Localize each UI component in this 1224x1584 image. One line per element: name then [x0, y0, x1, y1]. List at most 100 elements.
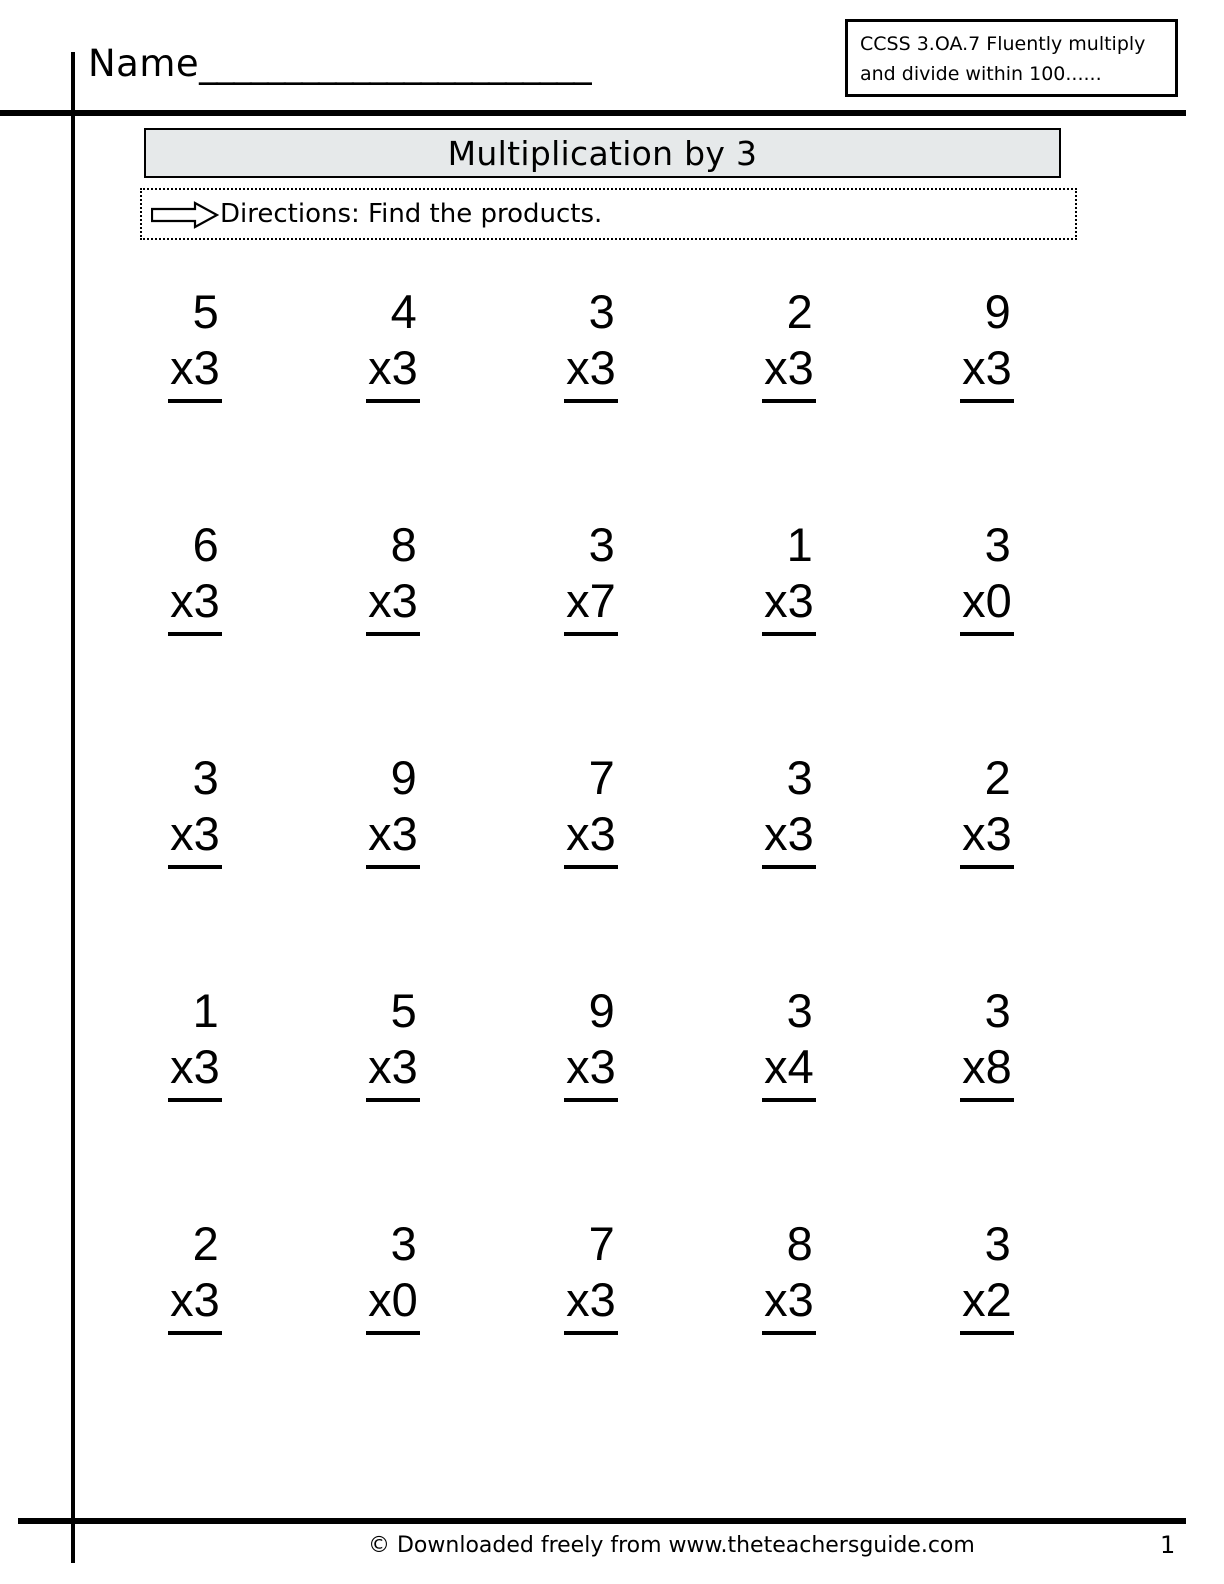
problem-cell[interactable]: 2 x3 [96, 1217, 294, 1450]
problem-cell[interactable]: 3 x0 [888, 518, 1086, 751]
problem-multiplicand: 7 [588, 751, 615, 804]
problem-stack: 3 x8 [960, 984, 1014, 1102]
problem-cell[interactable]: 8 x3 [690, 1217, 888, 1450]
problem-stack: 2 x3 [168, 1217, 222, 1335]
problem-stack: 9 x3 [564, 984, 618, 1102]
problem-multiplier: x3 [960, 805, 1014, 869]
problem-multiplicand: 5 [192, 285, 219, 338]
problem-multiplicand: 1 [192, 984, 219, 1037]
problem-cell[interactable]: 3 x3 [96, 751, 294, 984]
problem-multiplier: x3 [564, 1038, 618, 1102]
problem-cell[interactable]: 3 x7 [492, 518, 690, 751]
problem-stack: 8 x3 [366, 518, 420, 636]
problem-cell[interactable]: 6 x3 [96, 518, 294, 751]
problem-cell[interactable]: 8 x3 [294, 518, 492, 751]
directions-text: Directions: Find the products. [220, 199, 603, 229]
problem-cell[interactable]: 7 x3 [492, 751, 690, 984]
problem-cell[interactable]: 1 x3 [96, 984, 294, 1217]
name-blank-line[interactable]: _______________________ [199, 42, 592, 85]
problem-stack: 2 x3 [762, 285, 816, 403]
problem-stack: 3 x0 [960, 518, 1014, 636]
problem-multiplier: x3 [366, 339, 420, 403]
problem-cell[interactable]: 9 x3 [888, 285, 1086, 518]
directions-box: Directions: Find the products. [140, 188, 1077, 240]
problem-multiplier: x4 [762, 1038, 816, 1102]
problem-multiplicand: 8 [390, 518, 417, 571]
ccss-standard-box: CCSS 3.OA.7 Fluently multiply and divide… [845, 19, 1178, 97]
problem-multiplicand: 2 [984, 751, 1011, 804]
problem-row: 2 x3 3 x0 7 x3 8 x3 3 x2 [96, 1217, 1086, 1450]
problem-cell[interactable]: 3 x4 [690, 984, 888, 1217]
problem-stack: 5 x3 [366, 984, 420, 1102]
problem-multiplicand: 3 [984, 1217, 1011, 1270]
problem-multiplier: x3 [960, 339, 1014, 403]
problem-stack: 3 x3 [564, 285, 618, 403]
problem-row: 3 x3 9 x3 7 x3 3 x3 2 x3 [96, 751, 1086, 984]
problem-stack: 7 x3 [564, 1217, 618, 1335]
problem-cell[interactable]: 3 x8 [888, 984, 1086, 1217]
problem-multiplier: x3 [168, 1038, 222, 1102]
problem-cell[interactable]: 3 x2 [888, 1217, 1086, 1450]
header-divider-rule [0, 110, 1186, 116]
problem-cell[interactable]: 2 x3 [690, 285, 888, 518]
problem-cell[interactable]: 7 x3 [492, 1217, 690, 1450]
problem-multiplicand: 3 [984, 518, 1011, 571]
problem-multiplicand: 9 [588, 984, 615, 1037]
problem-multiplier: x7 [564, 572, 618, 636]
problem-multiplicand: 3 [786, 751, 813, 804]
problem-multiplicand: 5 [390, 984, 417, 1037]
problem-cell[interactable]: 5 x3 [294, 984, 492, 1217]
footer-divider-rule [18, 1518, 1186, 1524]
problem-cell[interactable]: 1 x3 [690, 518, 888, 751]
problem-multiplier: x3 [168, 1271, 222, 1335]
problem-stack: 1 x3 [168, 984, 222, 1102]
problem-multiplier: x3 [762, 339, 816, 403]
worksheet-title-bar: Multiplication by 3 [144, 128, 1061, 178]
name-field[interactable]: Name _______________________ [88, 42, 592, 85]
problem-multiplier: x3 [762, 805, 816, 869]
problem-multiplier: x3 [168, 572, 222, 636]
problem-multiplier: x3 [168, 805, 222, 869]
problem-multiplicand: 3 [192, 751, 219, 804]
problem-multiplicand: 3 [390, 1217, 417, 1270]
problem-multiplier: x3 [366, 572, 420, 636]
problem-stack: 2 x3 [960, 751, 1014, 869]
problem-multiplier: x3 [564, 1271, 618, 1335]
problem-stack: 7 x3 [564, 751, 618, 869]
problem-cell[interactable]: 9 x3 [492, 984, 690, 1217]
problem-multiplicand: 9 [984, 285, 1011, 338]
problem-cell[interactable]: 3 x0 [294, 1217, 492, 1450]
problem-stack: 6 x3 [168, 518, 222, 636]
problem-multiplier: x3 [564, 805, 618, 869]
problem-cell[interactable]: 9 x3 [294, 751, 492, 984]
problem-stack: 8 x3 [762, 1217, 816, 1335]
problem-cell[interactable]: 3 x3 [492, 285, 690, 518]
problem-stack: 3 x0 [366, 1217, 420, 1335]
problem-multiplier: x3 [366, 1038, 420, 1102]
problem-stack: 3 x3 [762, 751, 816, 869]
name-label: Name [88, 42, 200, 85]
ccss-line-1: CCSS 3.OA.7 Fluently multiply [860, 33, 1146, 55]
problem-stack: 3 x7 [564, 518, 618, 636]
problem-stack: 3 x4 [762, 984, 816, 1102]
problem-cell[interactable]: 5 x3 [96, 285, 294, 518]
problem-multiplicand: 2 [786, 285, 813, 338]
problem-multiplier: x3 [366, 805, 420, 869]
page-number: 1 [1160, 1531, 1176, 1559]
problem-stack: 5 x3 [168, 285, 222, 403]
problem-multiplier: x0 [960, 572, 1014, 636]
problem-multiplicand: 1 [786, 518, 813, 571]
problem-multiplicand: 9 [390, 751, 417, 804]
problem-multiplier: x8 [960, 1038, 1014, 1102]
problem-multiplicand: 3 [588, 285, 615, 338]
problem-multiplier: x2 [960, 1271, 1014, 1335]
problem-multiplicand: 7 [588, 1217, 615, 1270]
problem-cell[interactable]: 2 x3 [888, 751, 1086, 984]
problem-cell[interactable]: 3 x3 [690, 751, 888, 984]
problem-stack: 3 x2 [960, 1217, 1014, 1335]
problem-row: 6 x3 8 x3 3 x7 1 x3 3 x0 [96, 518, 1086, 751]
problem-cell[interactable]: 4 x3 [294, 285, 492, 518]
ccss-line-2: and divide within 100...... [860, 63, 1102, 85]
problem-multiplicand: 8 [786, 1217, 813, 1270]
problem-multiplicand: 3 [786, 984, 813, 1037]
